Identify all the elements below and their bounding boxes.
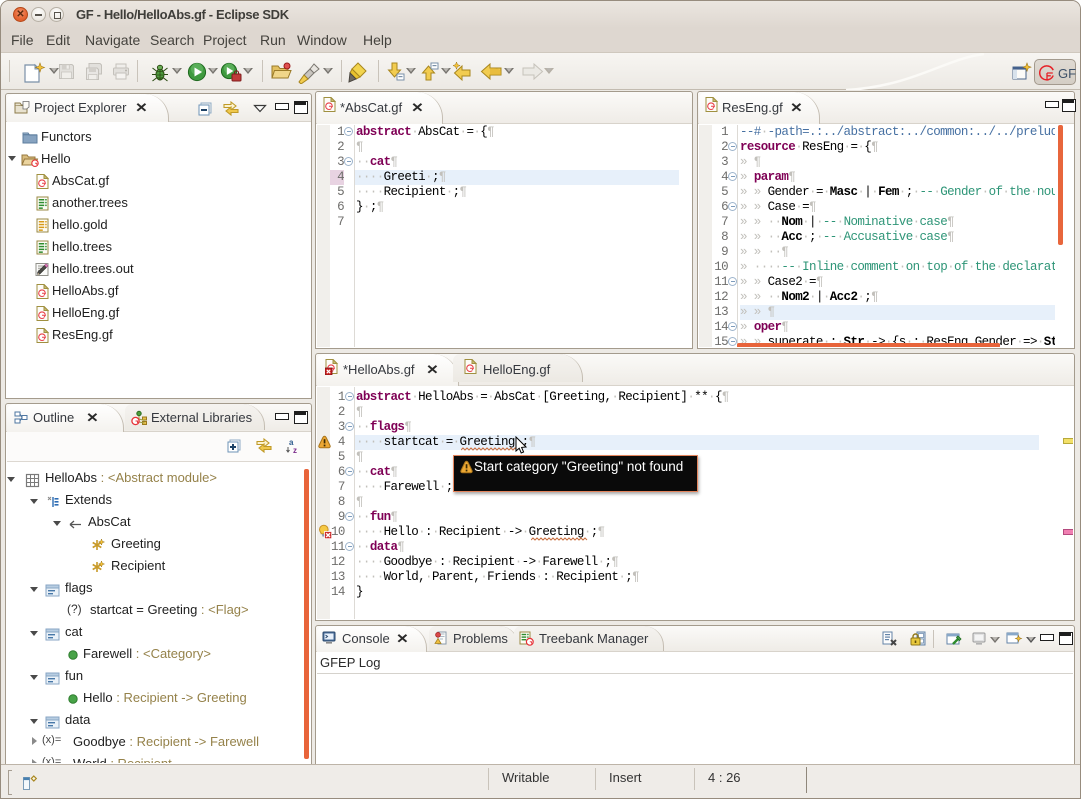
- svg-text:z: z: [293, 446, 297, 454]
